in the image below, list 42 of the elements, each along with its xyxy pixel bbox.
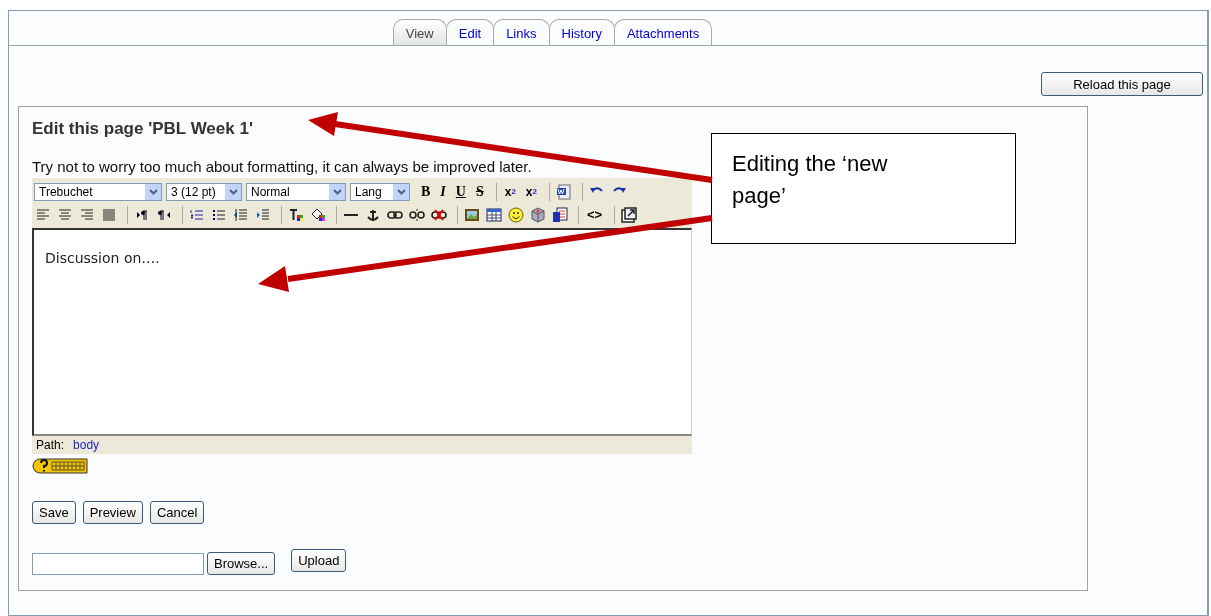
hint-text: Try not to worry too much about formatting, it can always be improved later. [32,158,532,175]
align-right-icon[interactable] [79,206,95,223]
indent-icon[interactable] [255,206,271,223]
tab[interactable]: View [392,19,447,45]
dropdown[interactable]: Normal [246,182,346,201]
table-icon[interactable] [486,206,502,223]
form-button[interactable]: Preview [82,501,143,524]
cube-icon[interactable] [530,206,546,223]
page-heading: Edit this page 'PBL Week 1' [32,119,254,139]
tab[interactable]: Attachments [613,19,713,45]
browse-button[interactable]: Browse... [207,552,276,575]
document-icon[interactable] [552,206,568,223]
dropdown[interactable]: 3 (12 pt) [166,182,242,201]
editor-area[interactable]: Discussion on…. [32,228,692,436]
image-icon[interactable] [464,206,480,223]
text-color-icon[interactable] [288,206,304,223]
path-label: Path: [36,438,65,452]
underline-button[interactable]: U [452,181,469,202]
dropdown[interactable]: Lang [350,182,410,201]
fullscreen-icon[interactable] [621,206,638,223]
strikethrough-button[interactable]: S [472,181,487,202]
file-path-field[interactable] [32,552,204,575]
callout-box: Editing the ‘new page’ [711,133,1016,244]
superscript-button[interactable]: x$^{2}$ [522,181,540,202]
form-button[interactable]: Save [32,501,76,524]
source-button[interactable]: <> [584,204,606,225]
italic-button[interactable]: I [437,181,449,202]
editor-text: Discussion on…. [45,250,160,266]
upload-button[interactable]: Upload [291,549,347,572]
reload-button[interactable]: Reload this page [1041,72,1203,96]
paint-bucket-icon[interactable] [310,206,326,223]
smiley-icon[interactable] [508,206,524,223]
dropdown[interactable]: Trebuchet [34,182,162,201]
broken-link-icon[interactable] [409,206,425,223]
outdent-icon[interactable] [233,206,249,223]
align-left-icon[interactable] [35,206,51,223]
help-keyboard-icon[interactable] [32,458,88,474]
bold-button[interactable]: B [418,181,434,202]
word-document-icon[interactable] [556,183,572,200]
path-link[interactable]: body [73,438,100,452]
form-button[interactable]: Cancel [149,501,205,524]
align-center-icon[interactable] [57,206,73,223]
